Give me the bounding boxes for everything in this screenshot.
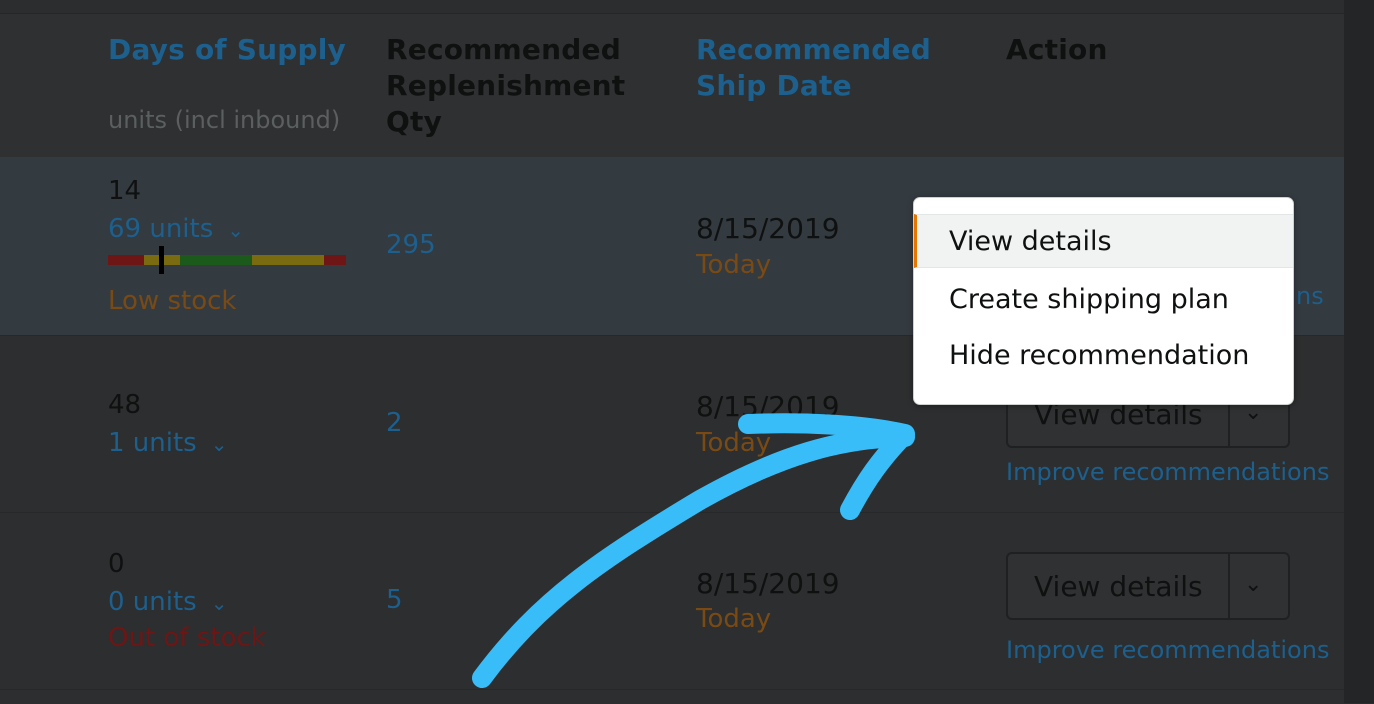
bar-segment (180, 255, 252, 265)
date-header-line: Ship Date (696, 69, 852, 102)
units-label: 1 units (108, 428, 197, 458)
table-row (0, 689, 1344, 704)
days-value: 48 (108, 390, 142, 420)
improve-recommendations-link[interactable]: Improve recommendations (1006, 636, 1329, 664)
qty-header-line: Qty (386, 105, 443, 138)
bar-segment (252, 255, 324, 265)
chevron-down-icon[interactable]: ⌄ (1244, 572, 1262, 597)
qty-header-line: Replenishment (386, 69, 626, 102)
chevron-down-icon: ⌄ (227, 218, 245, 242)
menu-item-create-shipping-plan[interactable]: Create shipping plan (914, 276, 1293, 324)
scroll-edge (1344, 0, 1374, 703)
button-label: View details (1034, 570, 1203, 603)
menu-item-hide-recommendation[interactable]: Hide recommendation (914, 332, 1293, 380)
days-value: 0 (108, 549, 125, 579)
units-dropdown[interactable]: 69 units ⌄ (108, 214, 244, 244)
ship-date-note: Today (696, 428, 772, 458)
status-badge: Low stock (108, 286, 237, 316)
column-recommended-qty: Recommended Replenishment Qty (386, 32, 625, 140)
stock-level-bar (108, 255, 346, 265)
button-divider (1228, 554, 1230, 618)
date-header-line: Recommended (696, 33, 931, 66)
units-label: 0 units (108, 587, 197, 617)
improve-recommendations-link[interactable]: ns (1296, 282, 1324, 310)
units-dropdown[interactable]: 0 units ⌄ (108, 587, 228, 617)
improve-recommendations-link[interactable]: Improve recommendations (1006, 458, 1329, 486)
menu-item-view-details[interactable]: View details (914, 214, 1293, 268)
days-value: 14 (108, 176, 142, 206)
status-badge: Out of stock (108, 623, 266, 653)
chevron-down-icon: ⌄ (210, 432, 228, 456)
recommended-qty-link[interactable]: 295 (386, 230, 436, 260)
ship-date-note: Today (696, 250, 772, 280)
column-action: Action (1006, 33, 1108, 66)
action-dropdown-menu: View details Create shipping plan Hide r… (913, 197, 1294, 405)
stock-level-marker (159, 246, 164, 274)
ship-date-note: Today (696, 604, 772, 634)
units-dropdown[interactable]: 1 units ⌄ (108, 428, 228, 458)
column-recommended-ship-date[interactable]: Recommended Ship Date (696, 32, 931, 104)
table-header: Days of Supply units (incl inbound) Reco… (0, 14, 1344, 157)
days-subheader: units (incl inbound) (108, 106, 341, 134)
recommended-qty-link[interactable]: 5 (386, 585, 403, 615)
ship-date: 8/15/2019 (696, 212, 840, 245)
view-details-button[interactable]: View details ⌄ (1006, 552, 1290, 620)
units-label: 69 units (108, 214, 214, 244)
chevron-down-icon: ⌄ (210, 591, 228, 615)
bar-segment (324, 255, 346, 265)
qty-header-line: Recommended (386, 33, 621, 66)
bar-segment (108, 255, 144, 265)
ship-date: 8/15/2019 (696, 390, 840, 423)
recommended-qty-link[interactable]: 2 (386, 408, 403, 438)
ship-date: 8/15/2019 (696, 567, 840, 600)
column-days-of-supply[interactable]: Days of Supply (108, 32, 346, 68)
